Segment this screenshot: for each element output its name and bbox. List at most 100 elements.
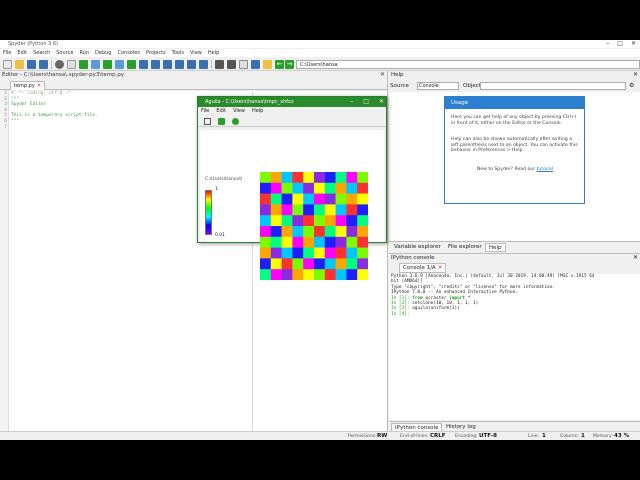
- code: pcraster: [422, 295, 450, 301]
- raster-cell: [346, 204, 358, 216]
- run-cell-advance-icon[interactable]: [103, 60, 112, 69]
- close-icon[interactable]: ✕: [379, 97, 384, 107]
- continue-icon[interactable]: [187, 60, 196, 69]
- menu-edit[interactable]: Edit: [17, 49, 27, 57]
- pane-close-icon[interactable]: ✕: [380, 71, 385, 78]
- memory-value: 43 %: [614, 433, 630, 439]
- save-icon[interactable]: [27, 60, 36, 69]
- at-icon[interactable]: [55, 60, 64, 69]
- tab-file-explorer[interactable]: File explorer: [445, 243, 485, 252]
- run-icon[interactable]: [79, 60, 88, 69]
- menu-search[interactable]: Search: [33, 49, 50, 57]
- object-input[interactable]: [480, 82, 626, 90]
- keyword: from: [412, 295, 423, 301]
- raster-cell: [335, 269, 347, 280]
- window-controls: – □ ✕: [606, 40, 636, 48]
- forward-arrow-icon[interactable]: →: [285, 60, 294, 69]
- step-into-icon[interactable]: [163, 60, 172, 69]
- maximize-icon[interactable]: □: [363, 97, 369, 107]
- raster-map[interactable]: [260, 172, 368, 280]
- menu-projects[interactable]: Projects: [146, 49, 166, 57]
- ipython-console[interactable]: Python 3.6.9 |Anaconda, Inc.| (default, …: [389, 274, 640, 420]
- menu-view[interactable]: View: [190, 49, 202, 57]
- source-label: Source: [390, 83, 409, 89]
- preferences-icon[interactable]: [67, 60, 76, 69]
- zoom-icon[interactable]: [232, 118, 239, 125]
- raster-cell: [281, 247, 293, 259]
- fullscreen-icon[interactable]: [227, 60, 236, 69]
- run-selection-icon[interactable]: [115, 60, 124, 69]
- step-icon[interactable]: [151, 60, 160, 69]
- pythonpath-icon[interactable]: [251, 60, 260, 69]
- raster-cell: [260, 226, 272, 238]
- run-cell-icon[interactable]: [91, 60, 100, 69]
- step-return-icon[interactable]: [175, 60, 184, 69]
- pane-close-icon[interactable]: ✕: [633, 71, 638, 78]
- help-pane: Help ✕ Source Console Object ⚙ Usage Her…: [389, 71, 640, 253]
- back-arrow-icon[interactable]: ←: [275, 60, 284, 69]
- help-toolbar: Source Console Object ⚙: [389, 81, 640, 91]
- python-icon[interactable]: [263, 60, 272, 69]
- raster-cell: [357, 258, 368, 270]
- aguila-menu-edit[interactable]: Edit: [216, 108, 226, 114]
- maximize-icon[interactable]: □: [617, 40, 623, 48]
- close-icon[interactable]: ✕: [631, 40, 636, 48]
- tab-variable-explorer[interactable]: Variable explorer: [391, 243, 444, 252]
- tutorial-link[interactable]: tutorial: [537, 167, 554, 172]
- menu-source[interactable]: Source: [56, 49, 73, 57]
- lock-icon[interactable]: ⚙: [629, 82, 634, 89]
- tab-close-icon[interactable]: ✕: [438, 265, 443, 271]
- pan-icon[interactable]: [218, 118, 225, 125]
- open-file-icon[interactable]: [15, 60, 24, 69]
- line-number: 7: [4, 124, 7, 130]
- editor-tab-temp[interactable]: temp.py ✕: [10, 81, 46, 90]
- raster-cell: [335, 236, 347, 248]
- working-directory-input[interactable]: C:\Users\hansa: [296, 60, 640, 69]
- raster-cell: [260, 182, 272, 194]
- raster-cell: [346, 269, 358, 280]
- raster-cell: [260, 172, 272, 184]
- menu-debug[interactable]: Debug: [95, 49, 111, 57]
- save-all-icon[interactable]: [39, 60, 48, 69]
- menu-help[interactable]: Help: [208, 49, 219, 57]
- prompt: In [1]:: [391, 295, 410, 301]
- source-select[interactable]: Console: [417, 82, 459, 90]
- tools-icon[interactable]: [239, 60, 248, 69]
- tab-help[interactable]: Help: [485, 243, 506, 252]
- aguila-menu-file[interactable]: File: [201, 108, 209, 114]
- re-run-icon[interactable]: [127, 60, 136, 69]
- pane-close-icon[interactable]: ✕: [633, 254, 638, 261]
- minimize-icon[interactable]: –: [350, 97, 353, 107]
- raster-cell: [292, 269, 304, 280]
- new-file-icon[interactable]: [3, 60, 12, 69]
- raster-cell: [346, 215, 358, 227]
- stop-debug-icon[interactable]: [199, 60, 208, 69]
- aguila-toolbar: [198, 116, 386, 127]
- raster-cell: [324, 204, 336, 216]
- map-view-icon[interactable]: [204, 118, 211, 125]
- raster-cell: [292, 236, 304, 248]
- raster-cell: [303, 215, 315, 227]
- menu-tools[interactable]: Tools: [172, 49, 184, 57]
- memory-label: Memory:: [593, 434, 613, 439]
- tab-close-icon[interactable]: ✕: [37, 83, 41, 89]
- menu-run[interactable]: Run: [79, 49, 89, 57]
- raster-cell: [335, 193, 347, 205]
- console-tab[interactable]: Console 1/A ✕: [399, 263, 447, 273]
- menu-file[interactable]: File: [3, 49, 11, 57]
- eol-value: CRLF: [430, 433, 446, 439]
- aguila-menu-help[interactable]: Help: [252, 108, 263, 114]
- maximize-pane-icon[interactable]: [215, 60, 224, 69]
- minimize-icon[interactable]: –: [606, 40, 609, 48]
- raster-cell: [260, 236, 272, 248]
- raster-cell: [324, 193, 336, 205]
- aguila-menu-view[interactable]: View: [233, 108, 245, 114]
- raster-cell: [260, 193, 272, 205]
- code-line: This is a temporary script file.: [11, 113, 98, 119]
- prompt: In [3]:: [391, 306, 410, 312]
- raster-cell: [281, 236, 293, 248]
- menu-consoles[interactable]: Consoles: [117, 49, 139, 57]
- debug-icon[interactable]: [139, 60, 148, 69]
- raster-cell: [292, 172, 304, 184]
- keyword: import: [449, 295, 466, 301]
